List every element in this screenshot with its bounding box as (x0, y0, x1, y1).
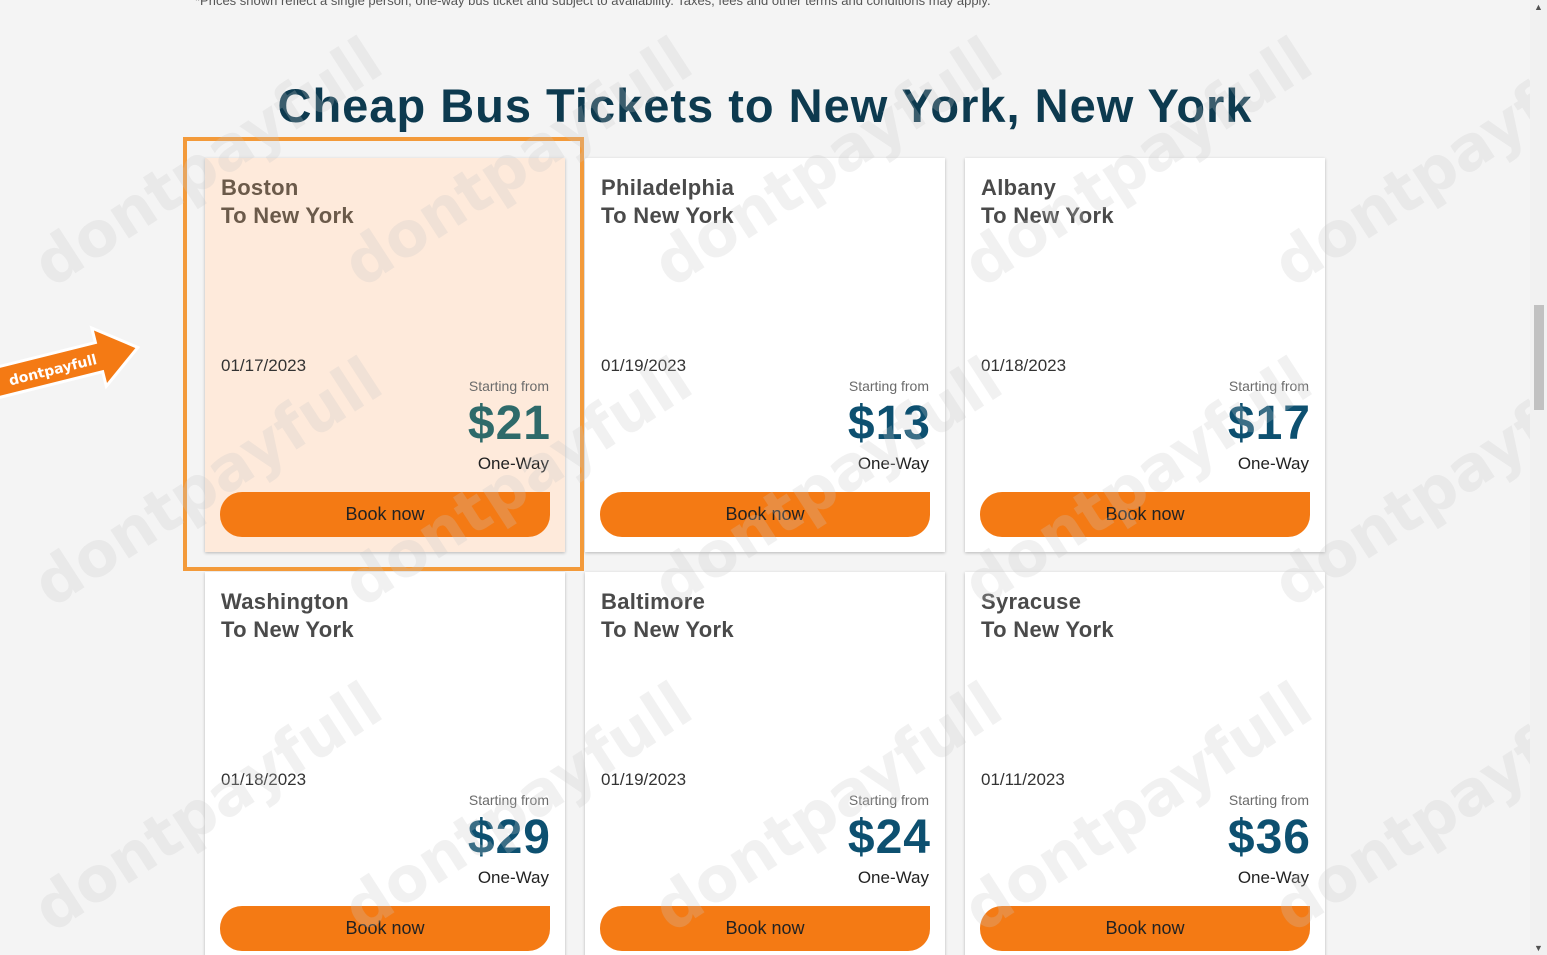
trip-type-label: One-Way (1237, 868, 1309, 887)
route-date: 01/19/2023 (601, 770, 687, 789)
dontpayfull-arrow-badge: dontpayfull (0, 325, 141, 401)
route-destination: To New York (981, 617, 1114, 642)
starting-from-label: Starting from (1228, 378, 1309, 394)
trip-type-label: One-Way (477, 868, 549, 887)
starting-from-label: Starting from (468, 792, 549, 808)
route-date: 01/11/2023 (981, 770, 1065, 789)
starting-from-label: Starting from (848, 378, 929, 394)
route-origin: Washington (221, 589, 350, 614)
page-title: Cheap Bus Tickets to New York, New York (277, 79, 1253, 132)
route-price: $24 (847, 811, 931, 864)
route-destination: To New York (601, 617, 734, 642)
book-now-button[interactable]: Book now (600, 906, 930, 951)
scrollbar-thumb[interactable] (1534, 305, 1544, 410)
starting-from-label: Starting from (468, 378, 549, 394)
route-origin: Syracuse (981, 589, 1082, 614)
scroll-up-icon[interactable]: ▲ (1530, 2, 1547, 12)
route-card-syracuse[interactable]: Syracuse To New York 01/11/2023 Starting… (965, 572, 1325, 955)
route-card-philadelphia[interactable]: Philadelphia To New York 01/19/2023 Star… (585, 158, 945, 552)
page: *Prices shown reflect a single person, o… (0, 0, 1547, 955)
trip-type-label: One-Way (1237, 454, 1309, 473)
route-date: 01/18/2023 (221, 770, 307, 789)
book-now-button[interactable]: Book now (600, 492, 930, 537)
route-card-boston[interactable]: Boston To New York 01/17/2023 Starting f… (205, 158, 565, 552)
book-now-button[interactable]: Book now (220, 492, 550, 537)
route-origin: Philadelphia (601, 175, 735, 200)
book-now-button[interactable]: Book now (980, 906, 1310, 951)
route-destination: To New York (221, 203, 354, 228)
route-card-albany[interactable]: Albany To New York 01/18/2023 Starting f… (965, 158, 1325, 552)
route-origin: Albany (981, 175, 1057, 200)
route-destination: To New York (601, 203, 734, 228)
route-date: 01/19/2023 (601, 356, 687, 375)
route-date: 01/18/2023 (981, 356, 1067, 375)
price-disclaimer: *Prices shown reflect a single person, o… (195, 0, 991, 8)
trip-type-label: One-Way (477, 454, 549, 473)
route-price: $36 (1227, 811, 1311, 864)
route-destination: To New York (981, 203, 1114, 228)
starting-from-label: Starting from (848, 792, 929, 808)
starting-from-label: Starting from (1228, 792, 1309, 808)
route-date: 01/17/2023 (221, 356, 307, 375)
route-price: $13 (847, 397, 931, 450)
vertical-scrollbar[interactable]: ▲ ▼ (1530, 0, 1547, 955)
route-card-baltimore[interactable]: Baltimore To New York 01/19/2023 Startin… (585, 572, 945, 955)
route-origin: Boston (221, 175, 299, 200)
route-card-washington[interactable]: Washington To New York 01/18/2023 Starti… (205, 572, 565, 955)
book-now-button[interactable]: Book now (980, 492, 1310, 537)
trip-type-label: One-Way (857, 454, 929, 473)
scroll-down-icon[interactable]: ▼ (1530, 943, 1547, 953)
trip-type-label: One-Way (857, 868, 929, 887)
route-price: $29 (467, 811, 551, 864)
route-price: $17 (1227, 397, 1311, 450)
route-origin: Baltimore (601, 589, 706, 614)
book-now-button[interactable]: Book now (220, 906, 550, 951)
route-destination: To New York (221, 617, 354, 642)
route-price: $21 (467, 397, 551, 450)
